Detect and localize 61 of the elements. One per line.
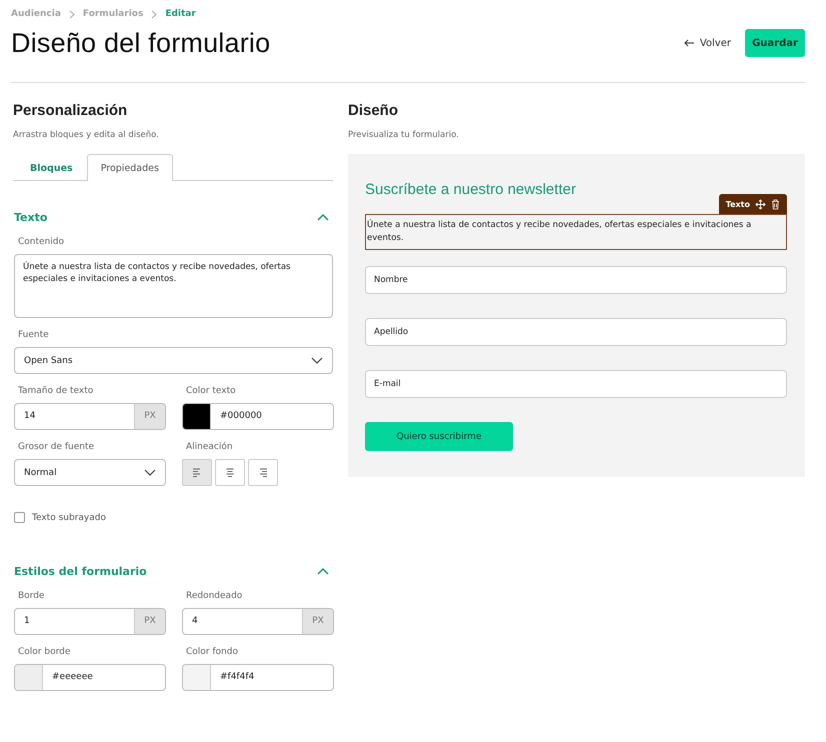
section-heading: Estilos del formulario xyxy=(14,564,147,578)
block-type-label: Texto xyxy=(726,200,750,208)
chevron-down-icon xyxy=(311,357,323,364)
text-block[interactable]: Únete a nuestra lista de contactos y recibe novedades, ofertas especiales e invitaciones a eventos. xyxy=(365,214,787,250)
page-title: Diseño del formulario xyxy=(11,28,270,58)
content-textarea[interactable]: Únete a nuestra lista de contactos y recibe novedades, ofertas especiales e invitaciones a eventos. xyxy=(14,254,333,318)
field-label: Color texto xyxy=(186,386,237,396)
field-label: Alineación xyxy=(186,442,234,452)
field-label: Grosor de fuente xyxy=(18,442,96,452)
align-right-icon xyxy=(258,468,268,477)
collapse-icon[interactable] xyxy=(317,567,329,575)
section-title: Diseño xyxy=(348,102,400,121)
color-field[interactable]: #000000 xyxy=(182,403,334,430)
chevron-right-icon xyxy=(68,10,75,18)
back-button[interactable]: Volver xyxy=(684,38,731,48)
checkbox-label: Texto subrayado xyxy=(32,512,106,522)
section-subtitle: Arrastra bloques y edita al diseño. xyxy=(13,130,160,142)
color-field[interactable]: #f4f4f4 xyxy=(182,664,334,691)
subscribe-button[interactable]: Quiero suscribirme xyxy=(365,422,513,451)
tab[interactable]: Bloques xyxy=(16,154,87,181)
field-label: Fuente xyxy=(18,330,50,340)
input-field[interactable]: Apellido xyxy=(365,318,787,346)
color-swatch[interactable] xyxy=(15,665,43,690)
field-label: Color borde xyxy=(18,647,72,657)
number-field[interactable]: 14 PX xyxy=(14,403,166,430)
unit-label: PX xyxy=(302,609,333,634)
dropdown[interactable]: Normal xyxy=(14,459,166,486)
unit-label: PX xyxy=(134,404,165,429)
align-left-button[interactable] xyxy=(182,459,212,486)
unit-label: PX xyxy=(134,609,165,634)
align-right-button[interactable] xyxy=(248,459,278,486)
section-title: Personalización xyxy=(13,102,128,121)
color-swatch[interactable] xyxy=(183,665,211,690)
chevron-right-icon xyxy=(151,10,158,18)
field-label: Tamaño de texto xyxy=(18,386,94,396)
field-label: Borde xyxy=(18,591,46,601)
chevron-down-icon xyxy=(144,469,156,476)
align-center-icon xyxy=(225,468,235,477)
save-button[interactable]: Guardar xyxy=(745,29,805,57)
number-field[interactable]: 1 PX xyxy=(14,608,166,635)
breadcrumb-link[interactable]: Editar xyxy=(165,9,196,19)
dropdown[interactable]: Open Sans xyxy=(14,347,333,374)
trash-icon[interactable] xyxy=(771,198,780,210)
align-left-icon xyxy=(192,468,202,477)
number-field[interactable]: 4 PX xyxy=(182,608,334,635)
align-center-button[interactable] xyxy=(215,459,245,486)
form-title: Suscríbete a nuestro newsletter xyxy=(365,181,577,199)
input-field[interactable]: E-mail xyxy=(365,370,787,398)
color-field[interactable]: #eeeeee xyxy=(14,664,166,691)
checkbox[interactable] xyxy=(14,512,25,523)
color-swatch[interactable] xyxy=(183,404,211,429)
move-icon[interactable] xyxy=(755,198,766,210)
arrow-left-icon xyxy=(684,39,695,47)
tab[interactable]: Propiedades xyxy=(86,154,173,181)
section-subtitle: Previsualiza tu formulario. xyxy=(348,130,460,142)
field-label: Contenido xyxy=(18,237,65,247)
section-heading: Texto xyxy=(14,210,48,224)
collapse-icon[interactable] xyxy=(317,213,329,221)
field-label: Color fondo xyxy=(186,647,239,657)
input-field[interactable]: Nombre xyxy=(365,266,787,294)
field-label: Redondeado xyxy=(186,591,244,601)
